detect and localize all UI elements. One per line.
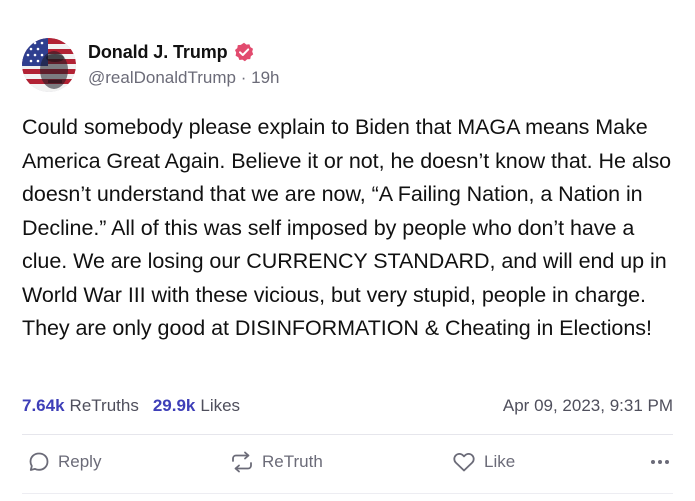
verified-badge-icon: [234, 42, 254, 62]
retruth-button[interactable]: ReTruth: [230, 451, 323, 473]
author-meta: Donald J. Trump @realDonaldTrump · 19h: [88, 38, 279, 88]
likes-label: Likes: [200, 396, 241, 415]
more-dots-icon: [648, 460, 669, 464]
post-header: Donald J. Trump @realDonaldTrump · 19h: [22, 38, 279, 92]
reply-bubble-icon: [29, 452, 49, 471]
retruth-label: ReTruth: [262, 452, 323, 471]
author-handle-row: @realDonaldTrump · 19h: [88, 68, 279, 88]
likes-count: 29.9k: [152, 396, 196, 415]
bottom-divider: [22, 493, 673, 494]
heart-icon: [453, 453, 475, 472]
retruths-label: ReTruths: [69, 396, 139, 415]
avatar[interactable]: [22, 38, 76, 92]
meta-separator: ·: [240, 68, 247, 87]
post-card: Donald J. Trump @realDonaldTrump · 19h C…: [0, 0, 695, 501]
reply-button[interactable]: Reply: [28, 451, 101, 473]
retruth-arrows-icon: [232, 451, 252, 473]
post-timestamp: Apr 09, 2023, 9:31 PM: [502, 396, 673, 415]
post-stats: 7.64k ReTruths 29.9k Likes Apr 09, 2023,…: [22, 394, 673, 418]
more-options-button[interactable]: [648, 460, 669, 464]
likes-stat[interactable]: 29.9k Likes: [153, 396, 240, 416]
post-body-text: Could somebody please explain to Biden t…: [22, 115, 672, 340]
divider: [22, 434, 673, 435]
author-name-row: Donald J. Trump: [88, 40, 279, 64]
author-handle[interactable]: @realDonaldTrump: [88, 68, 236, 87]
retruths-count: 7.64k: [22, 396, 65, 415]
post-time-ago[interactable]: 19h: [251, 68, 279, 87]
reply-label: Reply: [58, 452, 102, 471]
like-button[interactable]: Like: [452, 451, 515, 473]
post-actions: Reply ReTruth Like: [22, 448, 673, 476]
like-label: Like: [484, 452, 516, 471]
retruths-stat[interactable]: 7.64k ReTruths: [22, 396, 139, 416]
author-name[interactable]: Donald J. Trump: [88, 42, 228, 63]
flag-portrait-avatar-icon: [22, 38, 76, 92]
